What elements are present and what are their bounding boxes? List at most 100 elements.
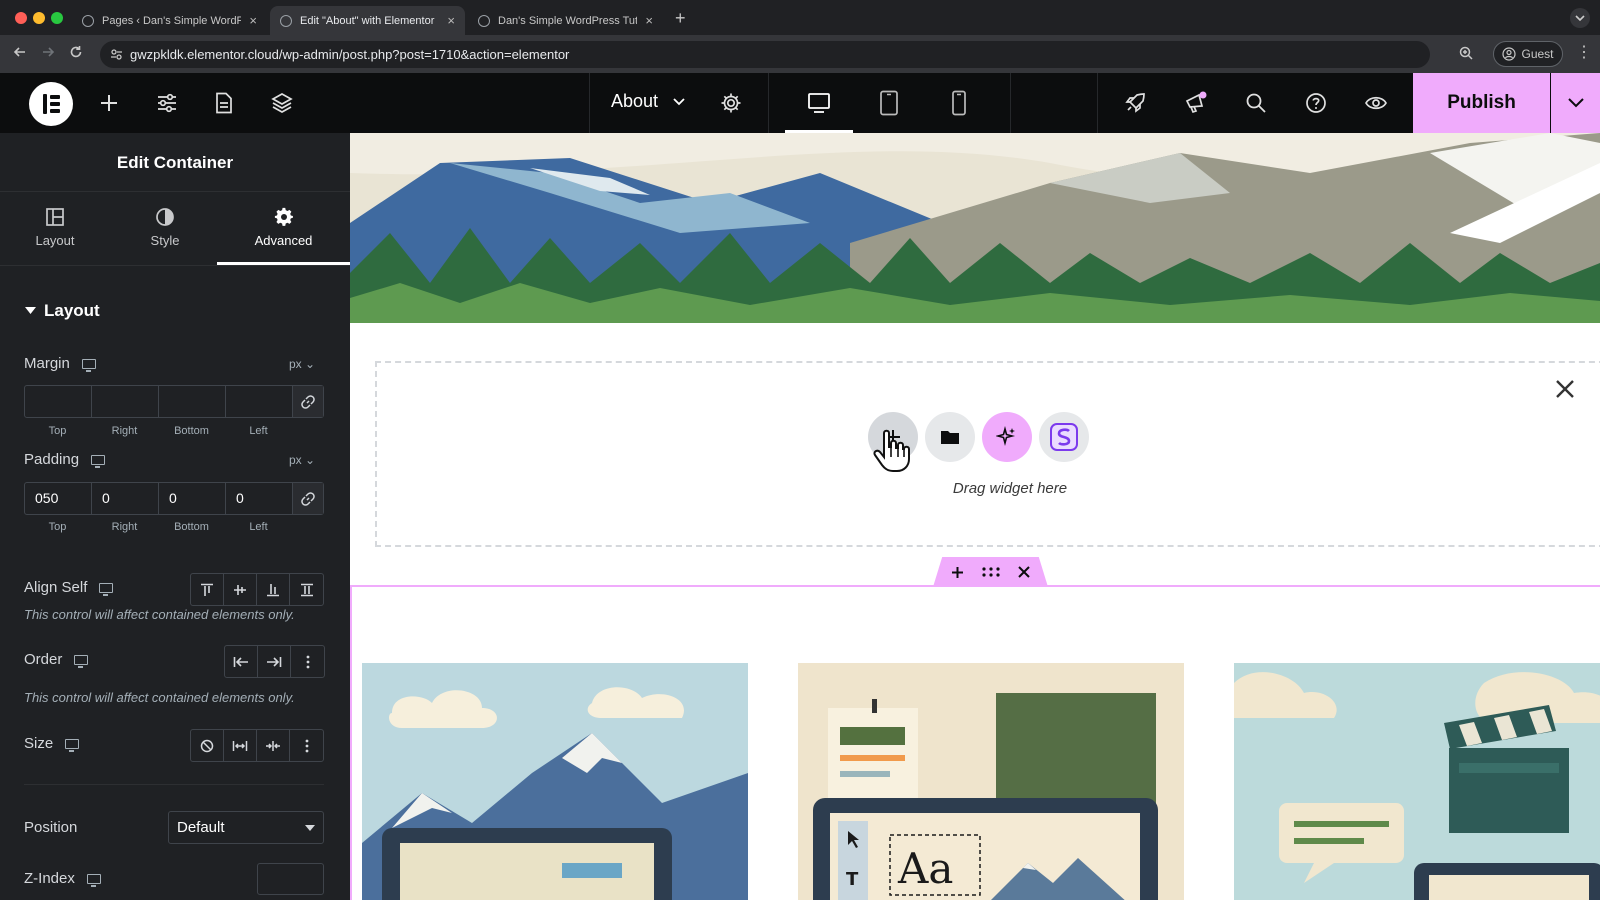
margin-right-input[interactable] — [92, 386, 159, 417]
size-label-row: Size — [24, 735, 80, 752]
margin-inputs — [24, 385, 324, 418]
layers-icon[interactable] — [267, 88, 297, 118]
page-selector[interactable]: About — [611, 91, 686, 112]
tab-style[interactable]: Style — [110, 193, 220, 265]
add-template-button[interactable] — [925, 412, 975, 462]
close-tab-icon[interactable]: × — [447, 13, 455, 28]
rocket-icon[interactable] — [1120, 88, 1150, 118]
site-settings-sliders-icon[interactable] — [152, 88, 182, 118]
page-name: About — [611, 91, 659, 111]
forward-arrow-icon[interactable] — [40, 44, 56, 60]
size-shrink-icon[interactable] — [257, 730, 290, 761]
browser-address-bar: gwzpkldk.elementor.cloud/wp-admin/post.p… — [0, 35, 1600, 73]
margin-left-input[interactable] — [226, 386, 293, 417]
publish-options-button[interactable] — [1551, 73, 1600, 133]
profile-label: Guest — [1521, 47, 1554, 61]
profile-button[interactable]: Guest — [1493, 41, 1563, 67]
preview-eye-icon[interactable] — [1361, 88, 1391, 118]
close-tab-icon[interactable]: × — [645, 13, 653, 28]
caret-down-icon — [305, 825, 315, 831]
responsive-desktop-icon[interactable] — [86, 873, 101, 887]
editor-top-bar: About Publish — [0, 73, 1600, 133]
dropzone-hint: Drag widget here — [952, 480, 1068, 497]
link-values-icon[interactable] — [293, 483, 323, 514]
add-container-icon[interactable] — [951, 566, 964, 579]
link-values-icon[interactable] — [293, 386, 323, 417]
size-grow-icon[interactable] — [224, 730, 257, 761]
image-card-editor[interactable]: T Aa — [798, 663, 1184, 900]
margin-unit-select[interactable]: px ⌄ — [289, 357, 315, 371]
delete-container-icon[interactable] — [1018, 566, 1030, 578]
zindex-label: Z-Index — [24, 870, 75, 887]
responsive-desktop-icon[interactable] — [99, 582, 114, 596]
mobile-view-icon[interactable] — [944, 88, 974, 118]
align-start-icon[interactable] — [191, 574, 224, 605]
search-icon[interactable] — [1241, 88, 1271, 118]
browser-tab-edit-about[interactable]: Edit "About" with Elementor × — [270, 6, 465, 35]
browser-tab-pages[interactable]: Pages ‹ Dan's Simple WordPr × — [72, 6, 267, 35]
empty-container-dropzone[interactable] — [375, 361, 1600, 547]
site-settings-icon[interactable] — [110, 48, 123, 61]
reload-icon[interactable] — [68, 44, 84, 60]
page-settings-gear-icon[interactable] — [716, 88, 746, 118]
close-tab-icon[interactable]: × — [249, 13, 257, 28]
drag-handle-icon[interactable] — [982, 567, 1000, 577]
order-end-icon[interactable] — [258, 646, 291, 677]
padding-label: Padding — [24, 451, 80, 468]
image-card-video[interactable] — [1234, 663, 1600, 900]
desktop-view-icon[interactable] — [804, 88, 834, 118]
section-toggle-layout[interactable]: Layout — [25, 301, 100, 321]
url-field[interactable]: gwzpkldk.elementor.cloud/wp-admin/post.p… — [100, 41, 1430, 68]
add-element-icon[interactable] — [94, 88, 124, 118]
order-start-icon[interactable] — [225, 646, 258, 677]
more-options-icon[interactable] — [291, 646, 324, 677]
position-select[interactable]: Default — [168, 811, 324, 844]
svg-text:T: T — [846, 869, 859, 890]
tab-label: Style — [150, 233, 180, 248]
maximize-window-button[interactable] — [51, 12, 63, 24]
margin-bottom-input[interactable] — [159, 386, 226, 417]
align-stretch-icon[interactable] — [290, 574, 323, 605]
help-icon[interactable] — [1301, 88, 1331, 118]
responsive-desktop-icon[interactable] — [91, 454, 106, 468]
minimize-window-button[interactable] — [33, 12, 45, 24]
notifications-megaphone-icon[interactable] — [1181, 88, 1211, 118]
close-icon[interactable] — [1555, 379, 1575, 399]
browser-tab-tutorial[interactable]: Dan's Simple WordPress Tuto × — [468, 6, 663, 35]
margin-top-input[interactable] — [25, 386, 92, 417]
align-center-icon[interactable] — [224, 574, 257, 605]
zoom-icon[interactable] — [1458, 45, 1474, 61]
zindex-input[interactable] — [257, 863, 324, 895]
tablet-view-icon[interactable] — [874, 88, 904, 118]
tab-search-button[interactable] — [1570, 8, 1590, 28]
tab-layout[interactable]: Layout — [0, 193, 110, 265]
align-end-icon[interactable] — [257, 574, 290, 605]
page-document-icon[interactable] — [209, 88, 239, 118]
responsive-desktop-icon[interactable] — [81, 358, 96, 372]
padding-bottom-input[interactable]: 0 — [159, 483, 226, 514]
image-card-mountains[interactable] — [362, 663, 748, 900]
ai-generate-button[interactable] — [982, 412, 1032, 462]
tab-advanced[interactable]: Advanced — [217, 193, 350, 265]
browser-menu-icon[interactable]: ⋮ — [1576, 45, 1592, 61]
size-none-icon[interactable] — [191, 730, 224, 761]
more-options-icon[interactable] — [290, 730, 323, 761]
starter-kit-button[interactable] — [1039, 412, 1089, 462]
caret-down-icon — [25, 307, 36, 315]
new-tab-button[interactable]: + — [675, 8, 686, 29]
responsive-desktop-icon[interactable] — [74, 654, 89, 668]
back-arrow-icon[interactable] — [12, 44, 28, 60]
close-window-button[interactable] — [15, 12, 27, 24]
padding-right-input[interactable]: 0 — [92, 483, 159, 514]
gear-icon — [217, 207, 350, 227]
side-label: Top — [48, 425, 67, 437]
padding-left-input[interactable]: 0 — [226, 483, 293, 514]
padding-top-input[interactable]: 050 — [25, 483, 92, 514]
padding-label-row: Padding — [24, 451, 106, 468]
padding-unit-select[interactable]: px ⌄ — [289, 453, 315, 467]
responsive-desktop-icon[interactable] — [65, 738, 80, 752]
hero-mountain-illustration[interactable] — [350, 133, 1600, 323]
svg-text:Aa: Aa — [897, 844, 953, 893]
publish-button[interactable]: Publish — [1413, 73, 1550, 133]
elementor-logo-icon[interactable] — [29, 82, 73, 126]
